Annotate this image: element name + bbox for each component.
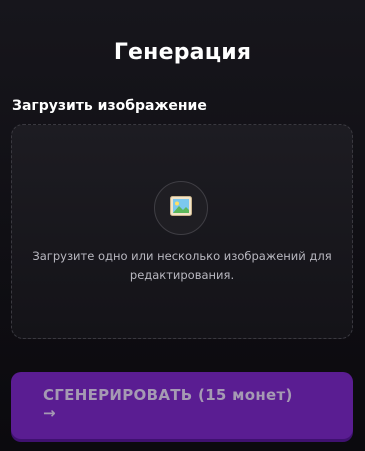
image-icon (170, 196, 192, 220)
upload-hint-text: Загрузите одно или несколько изображений… (32, 249, 332, 282)
upload-icon-container (154, 181, 208, 235)
image-upload-dropzone[interactable]: Загрузите одно или несколько изображений… (11, 124, 353, 339)
page-title: Генерация (113, 40, 252, 65)
generate-button[interactable]: СГЕНЕРИРОВАТЬ (15 монет) → (11, 372, 353, 439)
arrow-right-icon: → (43, 404, 56, 422)
generate-button-label: СГЕНЕРИРОВАТЬ (15 монет) (43, 386, 293, 404)
upload-section-label: Загрузить изображение (12, 98, 207, 114)
generation-panel: Генерация Загрузить изображение Загрузит… (0, 0, 365, 451)
